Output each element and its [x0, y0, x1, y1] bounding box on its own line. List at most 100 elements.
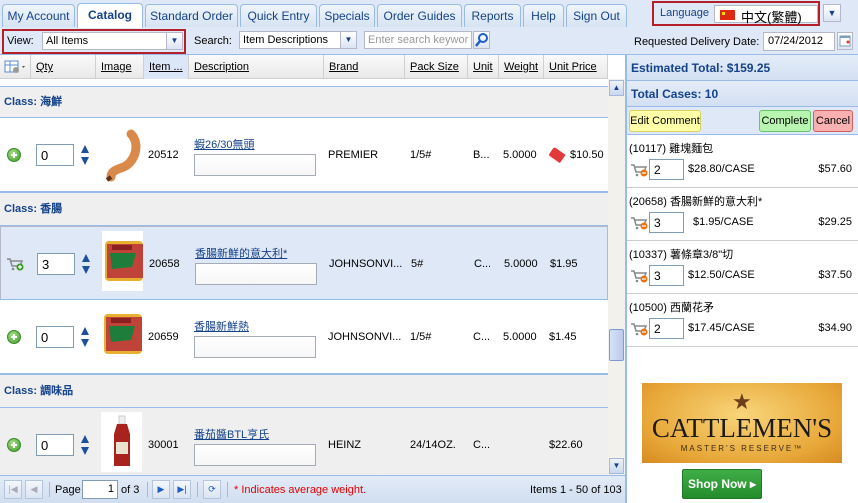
quantity-input[interactable]: 0	[36, 326, 74, 348]
column-header-pack-size[interactable]: Pack Size	[405, 55, 468, 79]
search-by-select[interactable]: Item Descriptions ▼	[239, 31, 357, 49]
page-number-input[interactable]: 1	[82, 480, 118, 499]
group-header[interactable]: Class: 調味品	[0, 374, 608, 408]
scroll-thumb[interactable]	[609, 329, 624, 361]
tab-standard-order[interactable]: Standard Order	[145, 4, 238, 27]
grid-settings-icon	[4, 60, 25, 73]
shop-now-button[interactable]: Shop Now ▸	[682, 469, 762, 499]
item-comment-input[interactable]	[194, 444, 316, 466]
tab-specials[interactable]: Specials	[319, 4, 375, 27]
complete-button[interactable]: Complete	[759, 110, 811, 132]
tab-help[interactable]: Help	[523, 4, 564, 27]
advertisement-banner[interactable]: ★ CATTLEMEN'S MASTER'S RESERVE™	[642, 383, 842, 463]
item-description-link[interactable]: 香腸新鮮熱	[194, 318, 249, 334]
sausage-package-image	[104, 314, 142, 354]
add-to-cart-icon[interactable]	[7, 330, 21, 344]
table-row[interactable]: 0 20659 香腸新鮮熱 JOHNSONVI... 1/5# C... 5.0…	[0, 300, 608, 374]
cart-item-quantity[interactable]: 2	[649, 159, 684, 180]
scroll-up-button[interactable]: ▲	[609, 80, 624, 96]
item-description-link[interactable]: 番茄醬BTL亨氏	[194, 426, 269, 442]
view-select[interactable]: All Items ▼	[42, 32, 183, 50]
edit-comment-button[interactable]: Edit Comment	[629, 110, 701, 132]
tab-sign-out[interactable]: Sign Out	[566, 4, 627, 27]
quantity-input[interactable]: 0	[36, 434, 74, 456]
item-comment-input[interactable]	[194, 154, 316, 176]
next-page-button[interactable]: ▶	[152, 480, 170, 499]
refresh-button[interactable]: ⟳	[203, 480, 221, 499]
quantity-spinner-icon[interactable]	[80, 144, 90, 166]
language-dropdown-button[interactable]: ▼	[823, 4, 841, 22]
tab-my-account[interactable]: My Account	[2, 4, 75, 27]
delivery-date-label: Requested Delivery Date:	[634, 36, 760, 48]
cart-item: (10500) 西蘭花矛 2 $17.45/CASE $34.90	[627, 294, 858, 347]
tab-catalog[interactable]: Catalog	[77, 3, 143, 28]
product-image[interactable]	[101, 122, 142, 182]
item-description-link[interactable]: 香腸新鮮的意大利*	[195, 245, 287, 261]
quantity-input[interactable]: 3	[37, 253, 75, 275]
table-row[interactable]: 0 20512 蝦26/30無頭 PREMIER 1/5# B... 5.000…	[0, 118, 608, 192]
column-header-weight[interactable]: Weight	[499, 55, 544, 79]
add-to-cart-icon[interactable]	[7, 148, 21, 162]
delivery-date-input[interactable]: 07/24/2012	[763, 32, 835, 51]
cart-item-quantity[interactable]: 3	[649, 212, 684, 233]
column-header-item[interactable]: Item ...	[144, 55, 189, 79]
remove-from-cart-icon[interactable]	[630, 322, 648, 336]
tab-reports[interactable]: Reports	[464, 4, 521, 27]
product-image[interactable]	[101, 412, 142, 472]
next-page-icon: ▶	[157, 484, 165, 494]
product-image[interactable]	[101, 304, 142, 364]
column-header-image[interactable]: Image	[96, 55, 144, 79]
total-cases: Total Cases: 10	[627, 81, 858, 107]
table-row[interactable]: 3 20658 香腸新鮮的意大利* JOHNSONVI... 5# C... 5…	[0, 226, 608, 300]
column-header-unit[interactable]: Unit	[468, 55, 499, 79]
star-icon: ★	[732, 389, 752, 414]
add-to-cart-icon[interactable]	[7, 438, 21, 452]
tab-order-guides[interactable]: Order Guides	[377, 4, 462, 27]
item-description-link[interactable]: 蝦26/30無頭	[194, 136, 255, 152]
delivery-toolbar: Requested Delivery Date: 07/24/2012	[625, 28, 858, 55]
pager-separator	[49, 482, 50, 497]
cancel-button[interactable]: Cancel	[813, 110, 853, 132]
search-button[interactable]	[473, 31, 490, 49]
grid-vertical-scrollbar[interactable]: ▲ ▼	[608, 79, 625, 475]
column-header-description[interactable]: Description	[189, 55, 324, 79]
product-image[interactable]	[102, 231, 143, 291]
cart-item-title: (10500) 西蘭花矛	[629, 302, 714, 314]
search-input[interactable]: Enter search keywor	[364, 31, 472, 49]
column-header-unit-price[interactable]: Unit Price	[544, 55, 608, 79]
remove-from-cart-icon[interactable]	[630, 163, 648, 177]
column-menu-button[interactable]	[0, 55, 31, 79]
item-number: 20659	[148, 331, 179, 343]
remove-from-cart-icon[interactable]	[630, 216, 648, 230]
calendar-button[interactable]	[837, 32, 853, 50]
quantity-spinner-icon[interactable]	[80, 326, 90, 348]
first-page-button[interactable]: |◀	[4, 480, 22, 499]
item-comment-input[interactable]	[194, 336, 316, 358]
unit: B...	[473, 149, 490, 161]
in-cart-icon[interactable]	[6, 257, 24, 271]
item-comment-input[interactable]	[195, 263, 317, 285]
tab-quick-entry[interactable]: Quick Entry	[240, 4, 317, 27]
group-header[interactable]: Class: 香腸	[0, 192, 608, 226]
unit-price: $22.60	[549, 439, 583, 451]
quantity-input[interactable]: 0	[36, 144, 74, 166]
quantity-spinner-icon[interactable]	[80, 434, 90, 456]
group-header[interactable]: Class: 海鮮	[0, 86, 608, 118]
cart-item-title: (10337) 薯條章3/8"切	[629, 249, 734, 261]
item-number: 20658	[149, 258, 180, 270]
last-page-button[interactable]: ▶|	[173, 480, 191, 499]
column-header-qty[interactable]: Qty	[31, 55, 96, 79]
column-header-brand[interactable]: Brand	[324, 55, 405, 79]
scroll-down-button[interactable]: ▼	[609, 458, 624, 474]
previous-page-button[interactable]: ◀	[25, 480, 43, 499]
language-select[interactable]: 中文(繁體)	[714, 5, 818, 25]
table-row[interactable]: 0 30001 番茄醬BTL亨氏 HEINZ 24/14OZ. C... $22…	[0, 408, 608, 475]
quantity-spinner-icon[interactable]	[81, 253, 91, 275]
remove-from-cart-icon[interactable]	[630, 269, 648, 283]
cart-item-unit-price: $17.45/CASE	[688, 322, 755, 334]
estimated-total: Estimated Total: $159.25	[627, 55, 858, 81]
cart-item-quantity[interactable]: 3	[649, 265, 684, 286]
view-value: All Items	[46, 35, 89, 47]
cart-item-quantity[interactable]: 2	[649, 318, 684, 339]
grid-header: Qty Image Item ... Description Brand Pac…	[0, 55, 608, 79]
